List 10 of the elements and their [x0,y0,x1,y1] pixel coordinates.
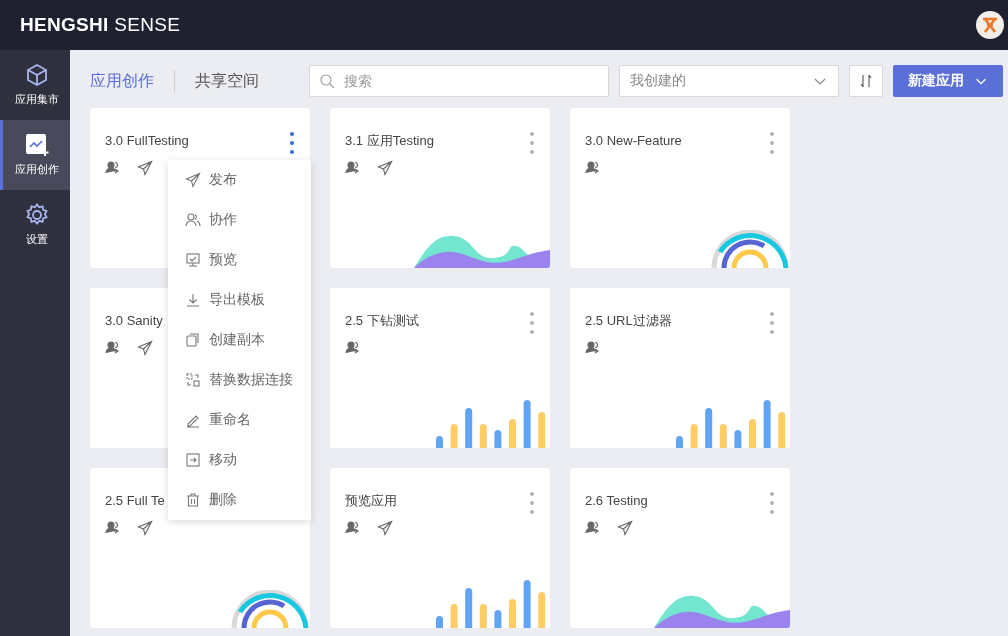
app-logo: HENGSHI SENSE [20,14,181,36]
app-title: 2.5 Full Te [105,492,165,510]
app-title: 3.1 应用Testing [345,132,434,150]
app-title: 2.5 URL过滤器 [585,312,672,330]
app-title: 2.5 下钻测试 [345,312,419,330]
app-title: 3.0 Sanity [105,312,163,330]
app-title: 2.6 Testing [585,492,648,510]
app-title: 预览应用 [345,492,397,510]
app-title: 3.0 FullTesting [105,132,189,150]
app-title: 3.0 New-Feature [585,132,682,150]
